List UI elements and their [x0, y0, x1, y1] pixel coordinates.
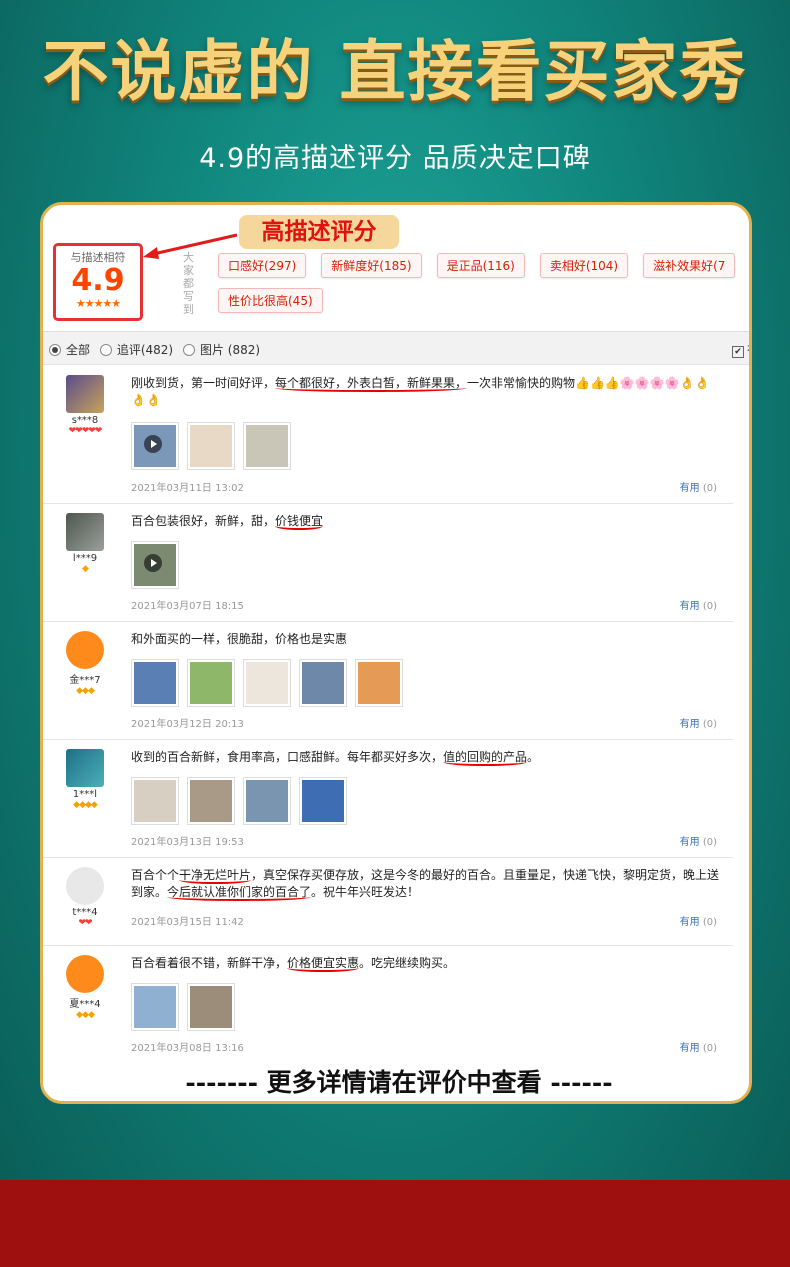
filter-all[interactable]: 全部 — [49, 341, 90, 358]
review-photos — [131, 659, 403, 707]
tag-freshness[interactable]: 新鲜度好(185) — [321, 253, 422, 278]
review-photos — [131, 983, 235, 1031]
reviewer: 1***l ◆◆◆◆ — [55, 749, 115, 810]
useful-button[interactable]: 有用 (0) — [680, 833, 717, 848]
reviewer: l***9 ◆ — [55, 513, 115, 574]
review-photo[interactable] — [187, 777, 235, 825]
useful-button[interactable]: 有用 (0) — [680, 1039, 717, 1054]
reviewer-name: 夏***4 — [69, 999, 101, 1010]
review-card: 与描述相符 4.9 ★★★★★ 高描述评分 大家都写到 口感好(297) 新鲜度好… — [40, 202, 752, 1104]
headline: 不说虚的 直接看买家秀 — [42, 33, 748, 110]
review-item: 1***l ◆◆◆◆ 收到的百合新鲜，食用率高，口感甜鲜。每年都买好多次，值的回… — [43, 739, 733, 858]
filter-bar: 全部 追评(482) 图片 (882) ✔有 — [43, 331, 749, 365]
avatar — [66, 955, 104, 993]
reviewer: t***4 ❤❤ — [55, 867, 115, 928]
checkbox-icon: ✔ — [731, 346, 744, 358]
review-photo[interactable] — [187, 983, 235, 1031]
reviewer-level: ❤❤ — [78, 918, 92, 928]
review-photos — [131, 777, 347, 825]
review-item: 金***7 ◆◆◆ 和外面买的一样，很脆甜，价格也是实惠 2021年03月12日… — [43, 621, 733, 740]
filter-followup[interactable]: 追评(482) — [99, 341, 173, 358]
review-text: 百合个个干净无烂叶片，真空保存买便存放，这是今冬的最好的百合。且重量足，快递飞快… — [131, 868, 720, 901]
tag-nourishing[interactable]: 滋补效果好(7 — [643, 253, 736, 278]
review-photos — [131, 422, 291, 470]
tag-appearance[interactable]: 卖相好(104) — [539, 253, 629, 278]
rating-stars: ★★★★★ — [75, 297, 121, 310]
review-video[interactable] — [131, 422, 179, 470]
radio-checked-icon — [49, 343, 61, 356]
review-item: 夏***4 ◆◆◆ 百合看着很不错，新鲜干净，价格便宜实惠。吃完继续购买。 20… — [43, 945, 733, 1055]
useful-button[interactable]: 有用 (0) — [680, 715, 717, 730]
tag-value[interactable]: 性价比很高(45) — [218, 288, 323, 313]
tag-genuine[interactable]: 是正品(116) — [436, 253, 525, 278]
review-item: t***4 ❤❤ 百合个个干净无烂叶片，真空保存买便存放，这是今冬的最好的百合。… — [43, 857, 733, 946]
useful-button[interactable]: 有用 (0) — [680, 597, 717, 612]
callout-label: 高描述评分 — [239, 215, 399, 249]
radio-icon — [99, 343, 112, 356]
reviewer-name: 1***l — [72, 789, 98, 800]
reviewer-level: ◆◆◆ — [76, 686, 95, 696]
review-photo[interactable] — [131, 659, 179, 707]
reviewer-level: ◆◆◆ — [76, 1010, 95, 1020]
review-photo[interactable] — [299, 777, 347, 825]
useful-button[interactable]: 有用 (0) — [680, 479, 717, 494]
review-date: 2021年03月08日 13:16 — [131, 1043, 244, 1054]
review-text: 和外面买的一样，很脆甜，价格也是实惠 — [131, 632, 348, 646]
rating-summary: 与描述相符 4.9 ★★★★★ — [53, 243, 143, 321]
reviewer-name: 金***7 — [69, 675, 101, 686]
review-text: 百合看着很不错，新鲜干净，价格便宜实惠。吃完继续购买。 — [131, 956, 456, 972]
filter-photos[interactable]: 图片 (882) — [182, 341, 260, 358]
useful-button[interactable]: 有用 (0) — [680, 913, 717, 928]
reviewer: 金***7 ◆◆◆ — [55, 631, 115, 696]
review-photo[interactable] — [131, 777, 179, 825]
reviewer-level: ❤❤❤❤❤ — [68, 426, 103, 436]
subheadline: 4.9的高描述评分 品质决定口碑 — [199, 143, 591, 174]
tags-side-label: 大家都写到 — [183, 251, 194, 316]
reviewer: s***8 ❤❤❤❤❤ — [55, 375, 115, 436]
review-photo[interactable] — [243, 422, 291, 470]
review-item: s***8 ❤❤❤❤❤ 刚收到货，第一时间好评，每个都很好，外表白皙，新鲜果果，… — [43, 365, 733, 504]
review-date: 2021年03月11日 13:02 — [131, 483, 244, 494]
avatar — [66, 749, 104, 787]
review-text: 刚收到货，第一时间好评，每个都很好，外表白皙，新鲜果果，一次非常愉快的购物👍👍👍… — [131, 376, 710, 407]
reviewer-name: l***9 — [72, 553, 98, 564]
review-photos — [131, 541, 179, 589]
more-details-note: ------- 更多详情请在评价中查看 ------ — [185, 1068, 613, 1097]
review-photo[interactable] — [187, 422, 235, 470]
review-photo[interactable] — [243, 659, 291, 707]
reviewer-name: t***4 — [72, 907, 98, 918]
radio-icon — [182, 343, 195, 356]
review-date: 2021年03月12日 20:13 — [131, 719, 244, 730]
review-photo[interactable] — [131, 983, 179, 1031]
reviewer-name: s***8 — [71, 415, 99, 426]
review-tags: 口感好(297) 新鲜度好(185) 是正品(116) 卖相好(104) 滋补效果好(7… — [218, 253, 749, 323]
review-photo[interactable] — [299, 659, 347, 707]
review-video[interactable] — [131, 541, 179, 589]
avatar — [66, 867, 104, 905]
review-date: 2021年03月15日 11:42 — [131, 917, 244, 928]
avatar — [66, 513, 104, 551]
review-text: 收到的百合新鲜，食用率高，口感甜鲜。每年都买好多次，值的回购的产品。 — [131, 750, 540, 766]
has-image-checkbox[interactable]: ✔有 — [731, 341, 749, 358]
decorative-band — [0, 1180, 790, 1267]
review-photo[interactable] — [243, 777, 291, 825]
review-item: l***9 ◆ 百合包装很好，新鲜，甜，价钱便宜 2021年03月07日 18:… — [43, 503, 733, 622]
reviewer: 夏***4 ◆◆◆ — [55, 955, 115, 1020]
play-icon — [144, 554, 162, 572]
review-photo[interactable] — [355, 659, 403, 707]
tag-taste[interactable]: 口感好(297) — [218, 253, 307, 278]
reviewer-level: ◆◆◆◆ — [73, 800, 98, 810]
avatar — [66, 375, 104, 413]
reviewer-level: ◆ — [82, 564, 89, 574]
review-date: 2021年03月07日 18:15 — [131, 601, 244, 612]
review-date: 2021年03月13日 19:53 — [131, 837, 244, 848]
rating-score: 4.9 — [71, 263, 125, 298]
review-photo[interactable] — [187, 659, 235, 707]
avatar — [66, 631, 104, 669]
play-icon — [144, 435, 162, 453]
review-text: 百合包装很好，新鲜，甜，价钱便宜 — [131, 514, 324, 530]
